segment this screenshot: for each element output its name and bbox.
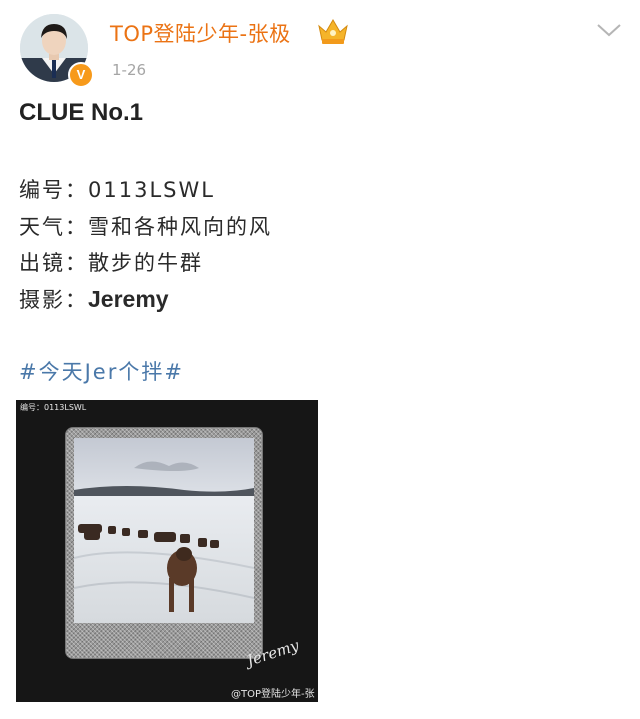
post-header: V TOP登陆少年-张极 1-26 [0,0,640,90]
info-line-cast: 出镜：散步的牛群 [19,247,203,277]
verified-badge: V [68,62,94,88]
post-timestamp: 1-26 [112,61,147,79]
info-value: 0113LSWL [88,178,215,202]
info-label: 天气： [19,215,88,239]
crown-icon [318,19,348,44]
info-line-photographer: 摄影：Jeremy [19,284,169,314]
image-watermark: @TOP登陆少年-张极 [231,689,315,700]
post-title: CLUE No.1 [19,99,144,126]
info-label: 编号： [19,178,88,202]
snow-field-photo [74,438,254,623]
polaroid-frame [66,428,262,658]
chevron-down-icon[interactable] [594,20,624,40]
info-line-code: 编号：0113LSWL [19,174,215,204]
info-line-weather: 天气：雪和各种风向的风 [19,211,272,241]
info-value: 雪和各种风向的风 [88,215,272,239]
info-label: 摄影： [19,288,88,312]
info-value: Jeremy [88,286,169,312]
hashtag-link[interactable]: #今天Jer个拌# [19,356,184,386]
image-code-text: 编号：0113LSWL [20,403,87,412]
info-label: 出镜： [19,251,88,275]
info-value: 散步的牛群 [88,251,203,275]
username[interactable]: TOP登陆少年-张极 [110,18,291,48]
post-image[interactable]: 编号：0113LSWL Jeremy @TOP登陆少年-张 [16,400,318,702]
